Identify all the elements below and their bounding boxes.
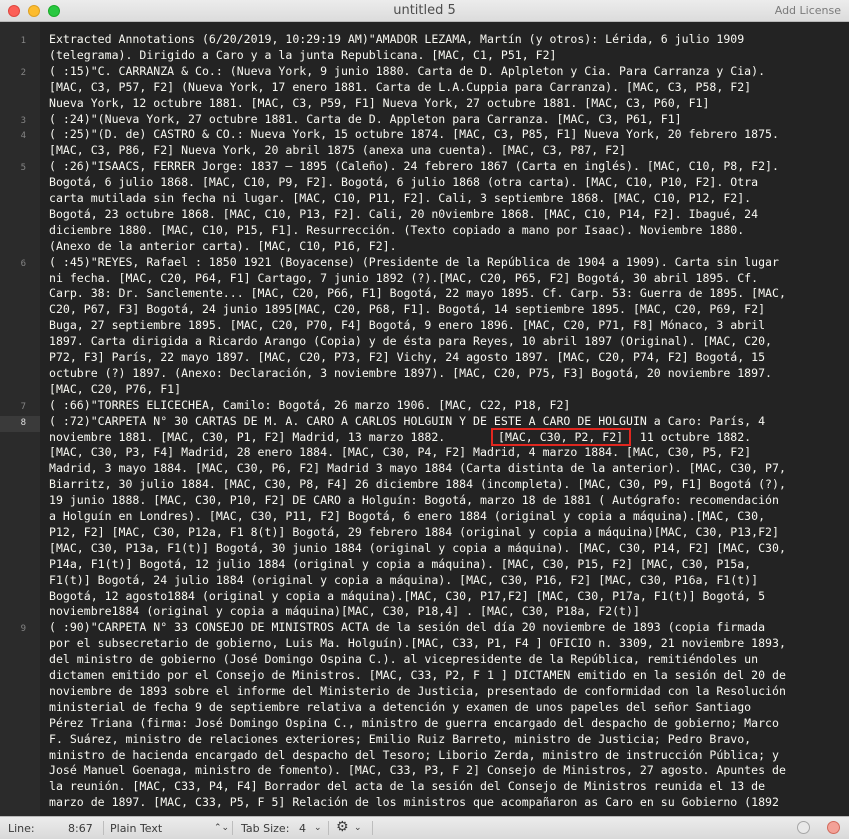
code-line[interactable]: (Anexo de la anterior carta). [MAC, C10,… <box>49 239 849 255</box>
code-line[interactable]: noviembre 1881. [MAC, C30, P1, F2] Madri… <box>49 430 849 446</box>
code-line[interactable]: Nueva York, 12 octubre 1881. [MAC, C3, P… <box>49 96 849 112</box>
code-line[interactable]: carta mutilada sin fecha ni lugar. [MAC,… <box>49 191 849 207</box>
code-line[interactable]: [MAC, C30, P3, F4] Madrid, 28 enero 1884… <box>49 445 849 461</box>
line-number: 5 <box>20 163 26 174</box>
line-number: 7 <box>20 401 26 412</box>
code-line[interactable]: Bogotá, 6 julio 1868. [MAC, C10, P9, F2]… <box>49 175 849 191</box>
code-line[interactable]: noviembre de 1893 sobre el informe del M… <box>49 684 849 700</box>
code-line[interactable]: dictamen emitido por el Consejo de Minis… <box>49 668 849 684</box>
code-line[interactable]: [MAC, C3, P86, F2] Nueva York, 20 abril … <box>49 143 849 159</box>
code-line[interactable]: F1(t)] Bogotá, 24 julio 1884 (original y… <box>49 573 849 589</box>
code-line[interactable]: la reunión. [MAC, C33, P4, F4] Borrador … <box>49 779 849 795</box>
divider <box>372 821 373 835</box>
code-line[interactable]: 19 junio 1888. [MAC, C30, P10, F2] DE CA… <box>49 493 849 509</box>
code-line[interactable]: octubre (?) 1897. (Anexo: Declaración, 3… <box>49 366 849 382</box>
code-line[interactable]: ministerial de fecha 9 de septiembre rel… <box>49 700 849 716</box>
code-line[interactable]: por el subsecretario de gobierno, Luis M… <box>49 636 849 652</box>
line-number: 8 <box>20 417 26 428</box>
code-line[interactable]: marzo de 1897. [MAC, C33, P5, F 5] Relac… <box>49 795 849 811</box>
selected-text: [MAC, C30, P2, F2] <box>498 430 624 444</box>
code-line[interactable]: (telegrama). Dirigido a Caro y a la junt… <box>49 48 849 64</box>
code-line[interactable]: [MAC, C3, P57, F2] (Nueva York, 17 enero… <box>49 80 849 96</box>
line-label: Line: <box>8 822 35 835</box>
code-line[interactable]: P72, F3] París, 22 mayo 1897. [MAC, C20,… <box>49 350 849 366</box>
code-line[interactable]: Bogotá, 12 agosto1884 (original y copia … <box>49 589 849 605</box>
line-number: 4 <box>20 131 26 142</box>
code-line[interactable]: Carp. 38: Dr. Sanclemente... [MAC, C20, … <box>49 286 849 302</box>
code-line[interactable]: P14a, F1(t)] Bogotá, 12 julio 1884 (orig… <box>49 557 849 573</box>
code-line[interactable]: C20, P67, F3] Bogotá, 24 junio 1895[MAC,… <box>49 302 849 318</box>
line-number: 6 <box>20 258 26 269</box>
divider <box>232 821 233 835</box>
title-bar: untitled 5 Add License <box>0 0 849 22</box>
code-line[interactable]: ( :25)"(D. de) CASTRO & CO.: Nueva York,… <box>49 127 849 143</box>
code-line[interactable]: ministro de hacienda encargado del despa… <box>49 748 849 764</box>
code-line[interactable]: ( :15)"C. CARRANZA & Co.: (Nueva York, 9… <box>49 64 849 80</box>
line-number: 1 <box>20 36 26 46</box>
code-line[interactable]: Buga, 27 septiembre 1895. [MAC, C20, P70… <box>49 318 849 334</box>
code-line[interactable]: del ministro de gobierno (José Domingo O… <box>49 652 849 668</box>
code-line[interactable]: ( :45)"REYES, Rafael : 1850 1921 (Boyace… <box>49 255 849 271</box>
divider <box>328 821 329 835</box>
line-number-gutter: 1 2 3 4 5 6 7 8 9 <box>0 22 40 816</box>
code-line[interactable]: ( :24)"(Nueva York, 27 octubre 1881. Car… <box>49 112 849 128</box>
code-line[interactable]: diciembre 1880. [MAC, C10, P15, F1]. Res… <box>49 223 849 239</box>
code-line[interactable]: Biarritz, 30 julio 1884. [MAC, C30, P8, … <box>49 477 849 493</box>
code-line[interactable]: [MAC, C30, P13a, F1(t)] Bogotá, 30 junio… <box>49 541 849 557</box>
code-line[interactable]: ( :26)"ISAACS, FERRER Jorge: 1837 – 1895… <box>49 159 849 175</box>
code-line[interactable]: ( :90)"CARPETA N° 33 CONSEJO DE MINISTRO… <box>49 620 849 636</box>
code-line[interactable]: [MAC, C20, P76, F1] <box>49 382 849 398</box>
code-line[interactable]: ( :72)"CARPETA N° 30 CARTAS DE M. A. CAR… <box>49 414 849 430</box>
line-number: 3 <box>20 115 26 126</box>
gear-icon[interactable]: ⚙ <box>336 819 349 835</box>
code-line[interactable]: P12, F2] [MAC, C30, P12a, F1 8(t)] Bogot… <box>49 525 849 541</box>
divider <box>103 821 104 835</box>
code-line[interactable]: 1897. Carta dirigida a Ricardo Arango (C… <box>49 334 849 350</box>
syntax-selector[interactable]: Plain Text <box>110 822 162 835</box>
code-line[interactable]: Bogotá, 23 octubre 1868. [MAC, C10, P13,… <box>49 207 849 223</box>
code-line[interactable]: F. Suárez, ministro de relaciones exteri… <box>49 732 849 748</box>
gear-chevron-icon[interactable]: ⌄ <box>354 823 362 833</box>
window-title: untitled 5 <box>393 3 456 18</box>
line-number: 9 <box>20 624 26 635</box>
cursor-position[interactable]: 8:67 <box>68 822 93 835</box>
record-icon[interactable] <box>827 821 840 834</box>
tab-size-value[interactable]: 4 <box>299 822 306 835</box>
code-line[interactable]: Extracted Annotations (6/20/2019, 10:29:… <box>49 32 849 48</box>
code-line[interactable]: Pérez Triana (firma: José Domingo Ospina… <box>49 716 849 732</box>
code-line[interactable]: José Manuel Goenaga, ministro de fomento… <box>49 763 849 779</box>
tab-size-label: Tab Size: <box>241 822 290 835</box>
status-indicator-icon <box>797 821 810 834</box>
code-line[interactable]: noviembre1884 (original y copia a máquin… <box>49 604 849 620</box>
status-bar: Line: 8:67 Plain Text ⌃⌄ Tab Size: 4 ⌄ ⚙… <box>0 816 849 839</box>
syntax-chevron-icon[interactable]: ⌃⌄ <box>214 823 229 833</box>
line-number: 2 <box>20 67 26 78</box>
code-line[interactable]: Madrid, 3 mayo 1884. [MAC, C30, P6, F2] … <box>49 461 849 477</box>
code-line[interactable]: ( :66)"TORRES ELICECHEA, Camilo: Bogotá,… <box>49 398 849 414</box>
chevron-down-icon[interactable]: ⌄ <box>314 823 322 833</box>
code-line[interactable]: ni fecha. [MAC, C20, P64, F1] Cartago, 7… <box>49 271 849 287</box>
code-line[interactable]: a Holguín en Londres). [MAC, C30, P11, F… <box>49 509 849 525</box>
add-license-link[interactable]: Add License <box>775 4 841 17</box>
